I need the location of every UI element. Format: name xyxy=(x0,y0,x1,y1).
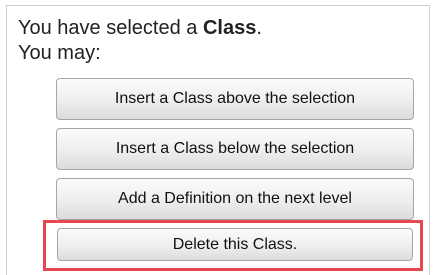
delete-class-button[interactable]: Delete this Class. xyxy=(57,228,413,261)
insert-class-above-button[interactable]: Insert a Class above the selection xyxy=(56,78,414,120)
add-definition-next-level-button[interactable]: Add a Definition on the next level xyxy=(56,178,414,220)
options-heading: You may: xyxy=(18,42,101,64)
insert-class-below-button[interactable]: Insert a Class below the selection xyxy=(56,128,414,170)
selection-message-prefix: You have selected a xyxy=(18,17,203,39)
selection-message: You have selected a Class. xyxy=(18,15,262,41)
selection-message-suffix: . xyxy=(256,17,262,39)
selected-entity-type: Class xyxy=(202,17,257,39)
